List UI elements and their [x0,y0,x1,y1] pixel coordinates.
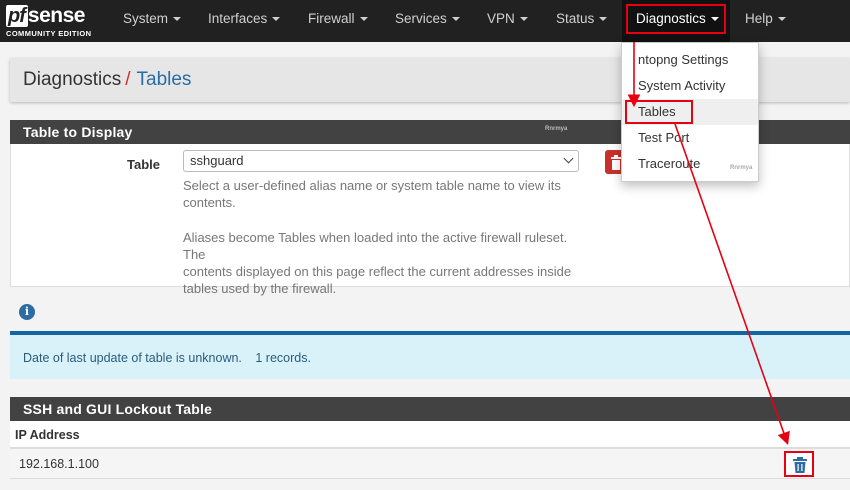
help-line: contents displayed on this page reflect … [183,264,572,279]
diagnostics-dropdown-menu: ntopng Settings System Activity Tables T… [621,42,759,182]
column-header-ip: IP Address [15,428,80,442]
chevron-down-icon [563,153,574,164]
table-panel-title: Table to Display [23,124,133,140]
caret-down-icon [451,17,460,22]
trash-icon [793,457,807,473]
breadcrumb-separator: / [125,69,131,90]
page-title: Diagnostics / Tables [23,69,191,91]
last-update-text: Date of last update of table is unknown. [23,351,242,365]
delete-entry-button[interactable] [784,451,814,477]
nav-system-label: System [123,11,169,26]
menu-item-label: System Activity [638,78,726,93]
logo-wordmark: pf sense [6,4,85,28]
lockout-panel-heading: SSH and GUI Lockout Table [10,397,850,421]
nav-interfaces[interactable]: Interfaces [208,0,281,42]
nav-help[interactable]: Help [745,0,786,42]
top-navbar: pf sense COMMUNITY EDITION System Interf… [0,0,850,42]
info-row: i [10,298,850,326]
nav-firewall[interactable]: Firewall [308,0,368,42]
info-icon[interactable]: i [19,304,35,320]
watermark-menu: Rnrmya [730,165,753,171]
nav-system[interactable]: System [123,0,182,42]
help-line: Select a user-defined alias name or syst… [183,178,561,193]
caret-down-icon [519,17,528,22]
nav-services[interactable]: Services [395,0,460,42]
table-help-text-2: Aliases become Tables when loaded into t… [183,229,583,297]
lockout-panel-title: SSH and GUI Lockout Table [23,401,213,417]
caret-down-icon [272,17,281,22]
menu-item-label: Test Port [638,130,690,145]
caret-down-icon [359,17,368,22]
alert-text: Date of last update of table is unknown.… [23,351,311,365]
logo-edition: COMMUNITY EDITION [6,29,92,38]
nav-diagnostics-highlight [626,4,726,34]
watermark-heading: Rnrmya [545,126,568,132]
breadcrumb-current[interactable]: Tables [137,69,192,90]
menu-item-test-port[interactable]: Test Port [622,125,758,151]
table-help-text-1: Select a user-defined alias name or syst… [183,177,583,211]
menu-item-ntopng-settings[interactable]: ntopng Settings [622,47,758,73]
caret-down-icon [599,17,608,22]
menu-item-label: ntopng Settings [638,52,729,67]
breadcrumb-parent[interactable]: Diagnostics [23,69,121,90]
menu-item-tables-highlight [625,100,693,124]
table-select[interactable]: sshguard [183,150,579,172]
table-row: 192.168.1.100 [10,449,850,479]
logo-sense: sense [27,4,86,27]
help-line: Aliases become Tables when loaded into t… [183,230,568,262]
nav-status[interactable]: Status [556,0,608,42]
table-update-alert: Date of last update of table is unknown.… [10,331,850,379]
table-select-value: sshguard [190,153,244,168]
nav-interfaces-label: Interfaces [208,11,268,26]
table-field-label: Table [127,157,160,172]
ip-address-cell: 192.168.1.100 [19,457,99,471]
pfsense-logo[interactable]: pf sense COMMUNITY EDITION [6,4,102,38]
nav-vpn-label: VPN [487,11,515,26]
logo-pf: pf [6,5,28,27]
menu-item-system-activity[interactable]: System Activity [622,73,758,99]
caret-down-icon [777,17,786,22]
help-line: contents. [183,195,236,210]
table-header-row: IP Address [10,421,850,449]
menu-item-tables[interactable]: Tables [622,99,758,125]
nav-status-label: Status [556,11,595,26]
menu-item-traceroute[interactable]: Traceroute [622,151,758,177]
caret-down-icon [173,17,182,22]
nav-help-label: Help [745,11,773,26]
records-count: 1 records. [255,351,311,365]
nav-vpn[interactable]: VPN [487,0,528,42]
menu-item-label: Traceroute [638,156,701,171]
nav-diagnostics[interactable]: Diagnostics [622,0,730,42]
nav-services-label: Services [395,11,447,26]
nav-firewall-label: Firewall [308,11,355,26]
help-line: tables used by the firewall. [183,281,337,296]
